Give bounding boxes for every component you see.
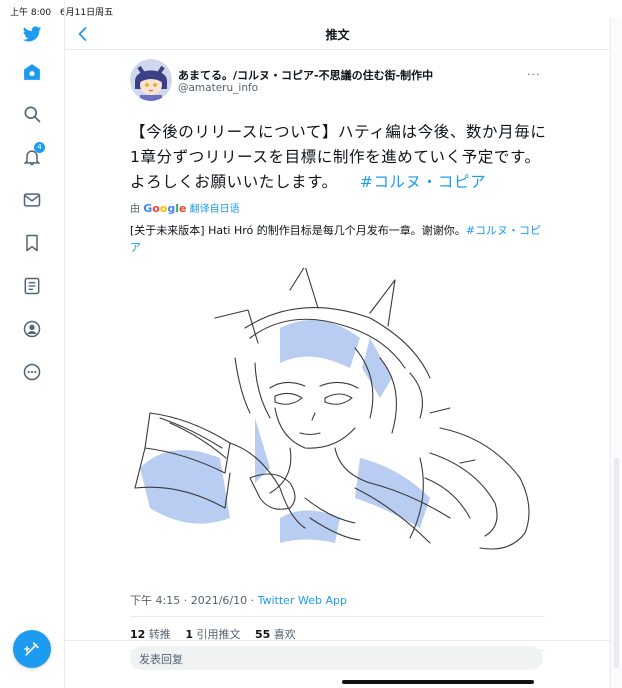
home-indicator[interactable] bbox=[342, 680, 534, 684]
page-header: 推文 bbox=[65, 18, 610, 50]
tweet-date[interactable]: 2021/6/10 bbox=[191, 594, 247, 607]
translate-bar: 由 Google 翻译自日语 bbox=[130, 200, 240, 215]
compose-tweet-button[interactable] bbox=[13, 630, 51, 668]
reply-input[interactable]: 发表回复 bbox=[130, 646, 543, 670]
notifications-badge: 4 bbox=[34, 142, 45, 153]
translation-text: [关于未来版本] Hati Hró 的制作目标是每几个月发布一章。谢谢你。#コル… bbox=[130, 222, 550, 256]
translate-prefix: 由 bbox=[130, 204, 140, 215]
status-date: 6月11日周五 bbox=[59, 8, 114, 18]
scrollbar-thumb[interactable] bbox=[614, 458, 619, 668]
page-title: 推文 bbox=[325, 28, 350, 42]
bookmarks-icon[interactable] bbox=[20, 231, 44, 255]
messages-icon[interactable] bbox=[20, 188, 44, 212]
tweet-image[interactable] bbox=[130, 265, 545, 568]
home-icon[interactable] bbox=[20, 60, 44, 84]
tweet-more-button[interactable]: ··· bbox=[527, 68, 541, 81]
more-dots-icon: ··· bbox=[527, 68, 541, 81]
status-bar: 上午 8:00 6月11日周五 bbox=[0, 0, 622, 18]
lists-icon[interactable] bbox=[20, 274, 44, 298]
meta-separator: · bbox=[183, 594, 188, 607]
search-icon[interactable] bbox=[20, 102, 44, 126]
notifications-icon[interactable]: 4 bbox=[20, 142, 45, 169]
tweet-time[interactable]: 下午 4:15 bbox=[130, 594, 180, 607]
twitter-logo-icon[interactable] bbox=[20, 22, 44, 46]
meta-separator-2: · bbox=[250, 594, 255, 607]
divider bbox=[130, 616, 545, 617]
google-logo: Google bbox=[143, 202, 187, 215]
profile-icon[interactable] bbox=[20, 317, 44, 341]
translation-body: [关于未来版本] Hati Hró 的制作目标是每几个月发布一章。谢谢你。 bbox=[130, 224, 466, 237]
tweet-meta: 下午 4:15 · 2021/6/10 · Twitter Web App bbox=[130, 592, 347, 608]
tweet-hashtag[interactable]: #コルヌ・コピア bbox=[360, 173, 486, 191]
compose-tweet-icon bbox=[24, 642, 39, 656]
tweet-text: 【今後のリリースについて】ハティ編は今後、数か月毎に1章分ずつリリースを目標に制… bbox=[130, 120, 550, 195]
more-icon[interactable] bbox=[20, 360, 44, 384]
scrollbar[interactable] bbox=[610, 18, 622, 688]
author-name[interactable]: あまてる。/コルヌ・コピア-不思議の住む街-制作中 bbox=[178, 67, 433, 83]
illustration-sketch bbox=[134, 265, 530, 550]
translate-link[interactable]: 翻译自日语 bbox=[190, 204, 240, 215]
author-handle[interactable]: @amateru_info bbox=[178, 82, 258, 94]
avatar[interactable] bbox=[130, 59, 172, 101]
sidebar-nav: 4 bbox=[0, 0, 65, 688]
tweet-source[interactable]: Twitter Web App bbox=[258, 594, 347, 607]
